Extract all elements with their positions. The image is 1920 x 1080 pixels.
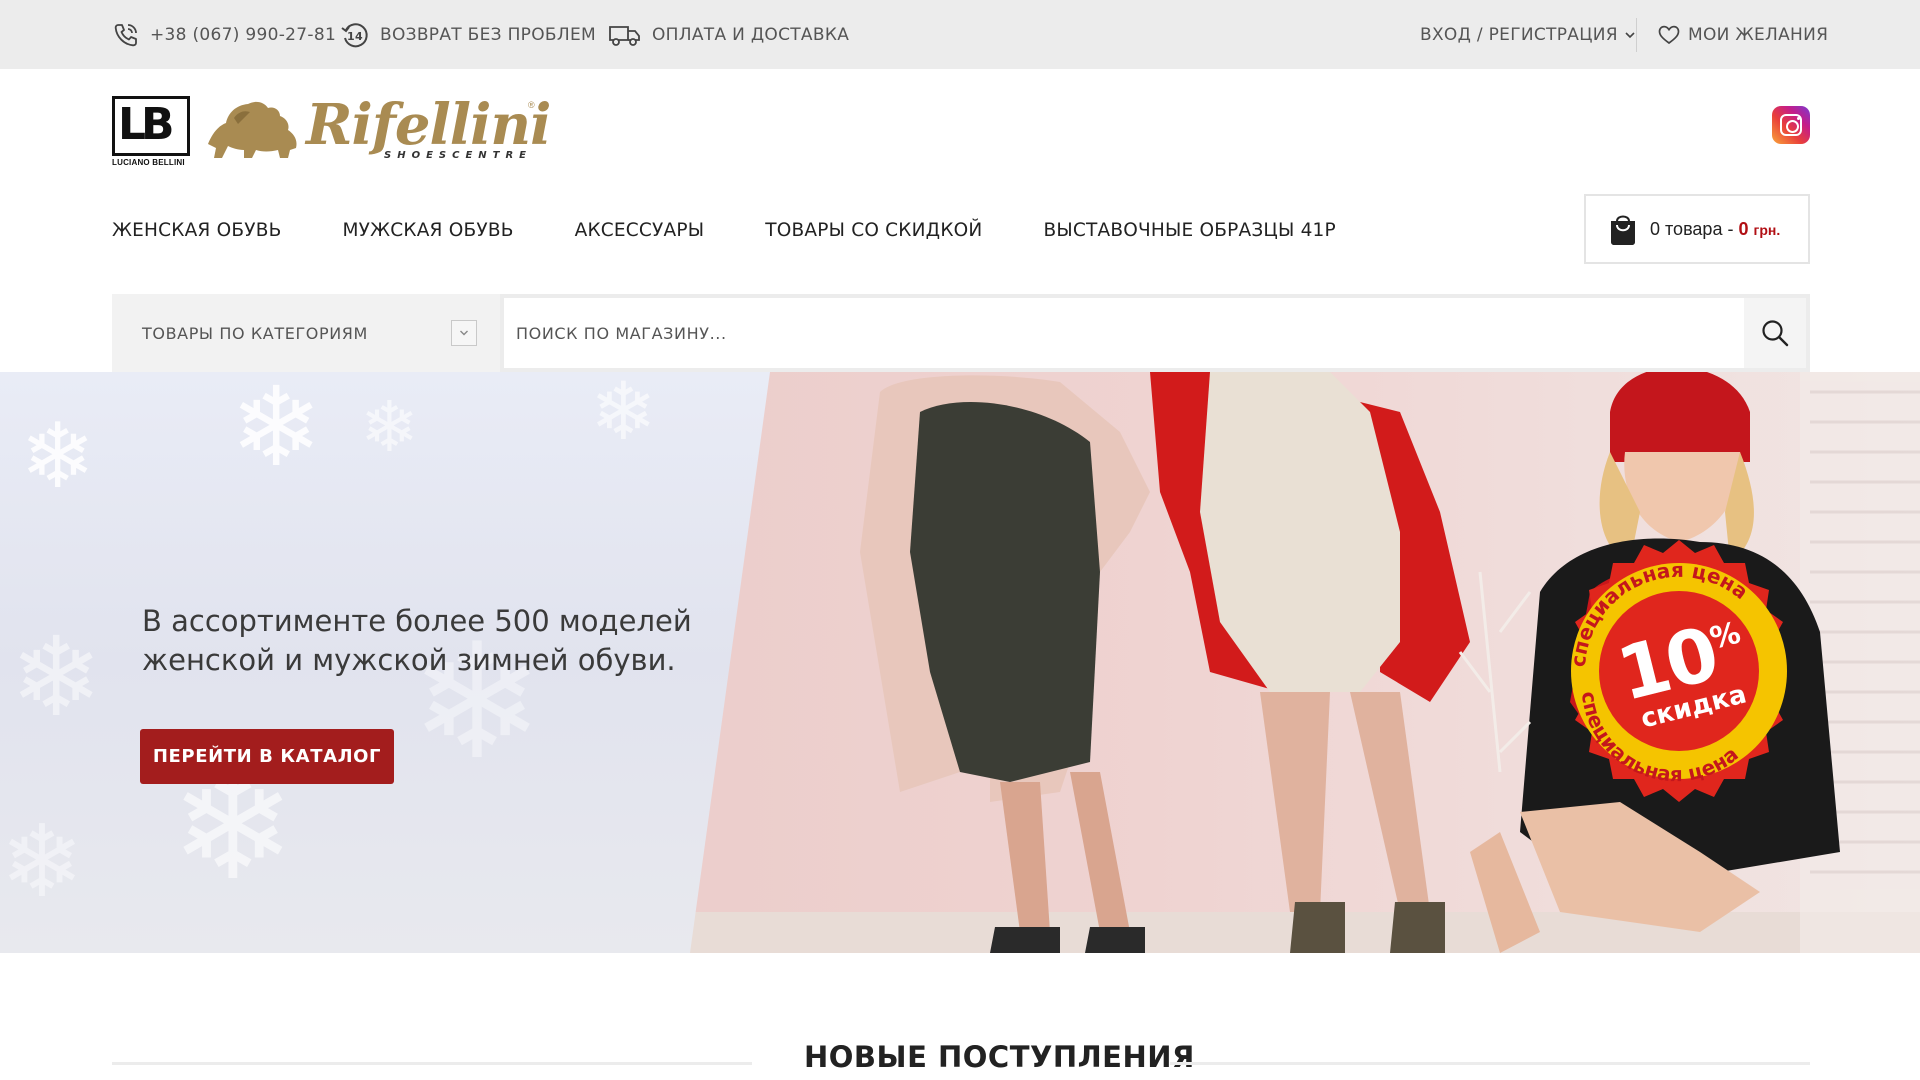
payment-delivery-label: ОПЛАТА И ДОСТАВКА (652, 24, 850, 45)
snowflake-icon: ❄ (10, 613, 103, 741)
instagram-dot (1797, 117, 1800, 120)
section-divider-right (1170, 1062, 1810, 1065)
nav-item-showroom-samples[interactable]: ВЫСТАВОЧНЫЕ ОБРАЗЦЫ 41Р (1043, 214, 1335, 248)
snowflake-icon: ❄ (20, 404, 96, 509)
returns-label: ВОЗВРАТ БЕЗ ПРОБЛЕМ (380, 24, 596, 45)
rifellini-wordmark: Rifellini SHOESCENTRE ® (306, 92, 551, 170)
search-icon (1762, 320, 1789, 347)
discount-badge: 10% скидка (1548, 540, 1810, 802)
nav-item-women-shoes[interactable]: ЖЕНСКАЯ ОБУВЬ (112, 214, 281, 248)
snowflake-icon: ❄ (230, 372, 323, 491)
instagram-icon[interactable] (1772, 106, 1810, 144)
phone-number: +38 (067) 990-27-81 (150, 24, 337, 45)
lb-letters: LB (118, 99, 175, 150)
search-button[interactable] (1744, 298, 1806, 368)
phone-icon (114, 23, 137, 46)
heart-icon (1658, 25, 1680, 44)
lion-icon (208, 101, 297, 158)
cart-button[interactable]: 0 товара - 0 грн. (1584, 194, 1810, 264)
login-register-label: ВХОД / РЕГИСТРАЦИЯ (1420, 24, 1618, 45)
luciano-bellini-logo: LB LUCIANO BELLINI (112, 94, 192, 168)
go-to-catalog-button[interactable]: ПЕРЕЙТИ В КАТАЛОГ (140, 729, 394, 784)
payment-delivery-link[interactable]: ОПЛАТА И ДОСТАВКА (608, 0, 849, 69)
return-14-days-icon: 14 (341, 22, 368, 47)
wishlist-link[interactable]: МОИ ЖЕЛАНИЯ (1658, 0, 1828, 69)
nav-item-sale[interactable]: ТОВАРЫ СО СКИДКОЙ (765, 214, 982, 248)
cart-count: 0 товара (1650, 218, 1723, 239)
login-register-dropdown[interactable]: ВХОД / РЕГИСТРАЦИЯ (1420, 0, 1636, 69)
hero-text: В ассортименте более 500 моделей женской… (142, 602, 702, 680)
top-bar: +38 (067) 990-27-81 14 ВОЗВРАТ БЕЗ ПРОБЛ… (0, 0, 1920, 69)
snowflake-icon: ❄ (360, 386, 419, 468)
snowflake-icon: ❄ (590, 372, 658, 458)
search-input[interactable] (516, 298, 1716, 368)
shopping-bag-icon (1611, 215, 1635, 245)
nav-item-men-shoes[interactable]: МУЖСКАЯ ОБУВЬ (342, 214, 513, 248)
brand-name: Rifellini (306, 92, 551, 158)
search-bar (500, 294, 1810, 372)
cart-amount: 0 (1738, 218, 1749, 239)
phone-link[interactable]: +38 (067) 990-27-81 (112, 0, 336, 69)
wishlist-label: МОИ ЖЕЛАНИЯ (1688, 24, 1829, 45)
section-divider-left (112, 1062, 752, 1065)
returns-link[interactable]: 14 ВОЗВРАТ БЕЗ ПРОБЛЕМ (340, 0, 596, 69)
topbar-divider (1636, 18, 1637, 52)
hero-banner: специальная цена специальная цена ❄ ❄ ❄ … (0, 372, 1920, 953)
hero-text-line-2: женской и мужской зимней обуви. (142, 643, 676, 677)
lb-caption: LUCIANO BELLINI (112, 158, 185, 167)
returns-badge: 14 (347, 30, 363, 43)
category-select[interactable]: ТОВАРЫ ПО КАТЕГОРИЯМ (112, 294, 500, 372)
main-nav: ЖЕНСКАЯ ОБУВЬ МУЖСКАЯ ОБУВЬ АКСЕССУАРЫ Т… (112, 214, 1336, 248)
hero-text-line-1: В ассортименте более 500 моделей (142, 604, 692, 638)
site-logo[interactable]: LB LUCIANO BELLINI Rifellini SHOESCENTRE… (112, 92, 551, 170)
snowflake-icon: ❄ (0, 803, 84, 920)
chevron-down-icon (451, 320, 477, 346)
nav-item-accessories[interactable]: АКСЕССУАРЫ (575, 214, 705, 248)
chevron-down-icon (1625, 31, 1635, 38)
cart-summary: 0 товара - 0 грн. (1650, 219, 1780, 240)
truck-icon (609, 25, 640, 46)
cart-currency: грн. (1753, 221, 1781, 238)
category-select-label: ТОВАРЫ ПО КАТЕГОРИЯМ (142, 323, 368, 343)
brand-subtitle: SHOESCENTRE (384, 150, 532, 161)
cart-separator: - (1727, 218, 1734, 239)
section-title: НОВЫЕ ПОСТУПЛЕНИЯ (804, 1040, 1195, 1074)
registered-mark: ® (528, 100, 535, 110)
new-arrivals-section: НОВЫЕ ПОСТУПЛЕНИЯ (112, 1028, 1810, 1074)
